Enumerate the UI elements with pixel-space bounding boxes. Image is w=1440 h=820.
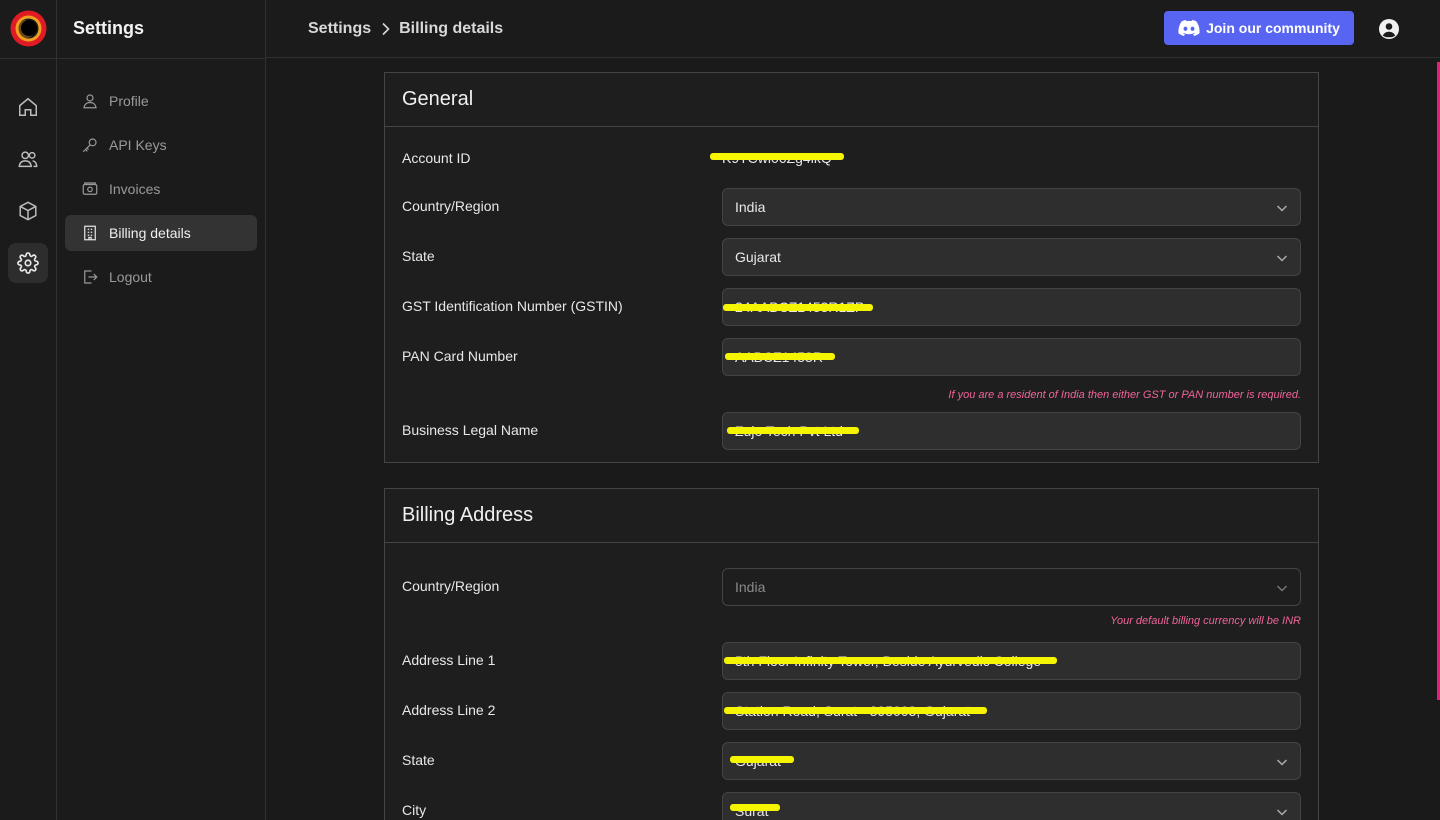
redaction-mark: [723, 304, 873, 311]
cube-icon: [19, 201, 37, 221]
rail-packages[interactable]: [8, 191, 48, 231]
invoice-icon: [82, 182, 98, 195]
city-select[interactable]: Surat: [722, 792, 1301, 820]
rail-divider: [0, 58, 57, 59]
app-logo[interactable]: [10, 10, 47, 47]
redaction-mark: [727, 427, 859, 434]
users-icon: [18, 151, 38, 168]
sidebar-title: Settings: [73, 18, 145, 38]
billing-country-select-value: India: [735, 579, 766, 595]
chevron-down-icon: [1276, 205, 1288, 212]
rail-settings[interactable]: [8, 243, 48, 283]
chevron-down-icon: [1276, 809, 1288, 816]
redaction-mark: [730, 804, 780, 811]
account-id-label: Account ID: [402, 150, 471, 166]
redaction-mark: [710, 153, 844, 160]
sidebar-item-label: Logout: [109, 269, 152, 285]
gear-icon: [17, 252, 39, 274]
sidebar-item-label: Invoices: [109, 181, 161, 197]
main-content: General Account ID K9TCwl06Zg4lkQ Countr…: [266, 58, 1440, 820]
redaction-mark: [724, 707, 987, 714]
sidebar-divider: [57, 58, 266, 59]
address-line-1-label: Address Line 1: [402, 652, 496, 668]
country-select-value: India: [735, 199, 766, 215]
redaction-mark: [724, 657, 1057, 664]
country-select[interactable]: India: [722, 188, 1301, 226]
breadcrumb-settings[interactable]: Settings: [308, 20, 371, 38]
gstin-label: GST Identification Number (GSTIN): [402, 298, 623, 314]
currency-note: Your default billing currency will be IN…: [1110, 615, 1301, 627]
settings-sidebar: Settings Profile API Keys Invoices Billi…: [57, 0, 266, 820]
legal-name-label: Business Legal Name: [402, 422, 539, 438]
address-line-2-label: Address Line 2: [402, 702, 496, 718]
logout-icon: [84, 270, 98, 284]
country-label: Country/Region: [402, 198, 500, 214]
general-heading: General: [385, 73, 1318, 127]
rail-home[interactable]: [8, 87, 48, 127]
general-card: General Account ID K9TCwl06Zg4lkQ Countr…: [384, 72, 1319, 463]
sidebar-item-billing-details[interactable]: Billing details: [65, 215, 257, 251]
discord-icon: [1178, 20, 1200, 36]
account-icon[interactable]: [1378, 18, 1400, 40]
home-icon: [19, 97, 37, 116]
chevron-right-icon: [382, 22, 390, 36]
sidebar-item-invoices[interactable]: Invoices: [65, 171, 257, 207]
chevron-down-icon: [1276, 585, 1288, 592]
sidebar-item-label: Profile: [109, 93, 149, 109]
chevron-down-icon: [1276, 255, 1288, 262]
state-select[interactable]: Gujarat: [722, 238, 1301, 276]
sidebar-item-logout[interactable]: Logout: [65, 259, 257, 295]
sidebar-item-profile[interactable]: Profile: [65, 83, 257, 119]
chevron-down-icon: [1276, 759, 1288, 766]
city-label: City: [402, 802, 427, 818]
state-label: State: [402, 248, 435, 264]
breadcrumb-billing-details: Billing details: [399, 20, 504, 37]
join-community-button[interactable]: Join our community: [1164, 11, 1354, 45]
breadcrumb: Settings Billing details: [308, 20, 503, 38]
pan-label: PAN Card Number: [402, 348, 518, 364]
billing-country-select: India: [722, 568, 1301, 606]
gst-pan-note: If you are a resident of India then eith…: [948, 389, 1301, 401]
sidebar-item-label: API Keys: [109, 137, 167, 153]
sidebar-item-api-keys[interactable]: API Keys: [65, 127, 257, 163]
redaction-mark: [730, 756, 794, 763]
billing-state-label: State: [402, 752, 435, 768]
icon-rail: [0, 0, 57, 820]
state-select-value: Gujarat: [735, 249, 781, 265]
join-community-label: Join our community: [1206, 20, 1340, 36]
app-window: Settings Profile API Keys Invoices Billi…: [0, 0, 1440, 820]
sidebar-item-label: Billing details: [109, 225, 191, 241]
user-icon: [83, 94, 97, 109]
top-bar: Settings Billing details Join our commun…: [266, 0, 1440, 58]
rail-users[interactable]: [8, 139, 48, 179]
key-icon: [82, 138, 97, 153]
redaction-mark: [725, 353, 835, 360]
building-icon: [84, 225, 96, 241]
billing-country-label: Country/Region: [402, 578, 500, 594]
billing-address-heading: Billing Address: [385, 489, 1318, 543]
billing-state-select[interactable]: Gujarat: [722, 742, 1301, 780]
billing-address-card: Billing Address Country/Region India You…: [384, 488, 1319, 820]
